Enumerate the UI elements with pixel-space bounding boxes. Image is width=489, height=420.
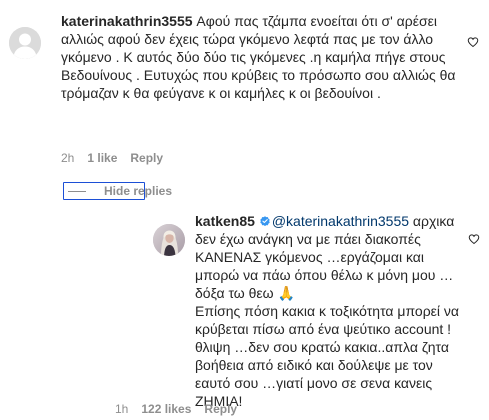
profile-photo-avatar-icon[interactable] (153, 224, 185, 256)
reply-button[interactable]: Reply (204, 402, 237, 416)
like-heart-icon[interactable] (467, 36, 479, 48)
like-heart-icon[interactable] (468, 233, 480, 245)
reply-time[interactable]: 1h (115, 402, 128, 416)
hide-replies-label: Hide replies (104, 184, 173, 198)
reply-username[interactable]: katken85 (195, 213, 255, 229)
verified-badge-icon (260, 216, 270, 227)
reply-button[interactable]: Reply (130, 151, 163, 165)
comment-likes[interactable]: 1 like (87, 151, 117, 165)
comment-body: katerinakathrin3555 Αφού πας τζάμπα ενοε… (61, 12, 456, 102)
reply-meta: 1h 122 likes Reply (115, 402, 237, 416)
reply-text-line2: Επίσης πόση κακια κ τοξικότητα μπορεί να… (195, 303, 459, 409)
reply-body: katken85 @katerinakathrin3555 αρχικα δεν… (195, 212, 460, 410)
mention-link[interactable]: @katerinakathrin3555 (272, 213, 409, 229)
user-silhouette-icon (9, 27, 41, 59)
comment-username[interactable]: katerinakathrin3555 (61, 13, 193, 29)
praying-hands-emoji: 🙏 (277, 285, 295, 301)
comment-time[interactable]: 2h (61, 151, 74, 165)
default-user-avatar-icon[interactable] (9, 27, 41, 59)
profile-photo-icon (153, 224, 185, 256)
hide-replies-button[interactable]: Hide replies (63, 182, 172, 200)
comment-meta: 2h 1 like Reply (61, 151, 163, 165)
divider-line (68, 191, 86, 192)
reply-likes[interactable]: 122 likes (141, 402, 191, 416)
